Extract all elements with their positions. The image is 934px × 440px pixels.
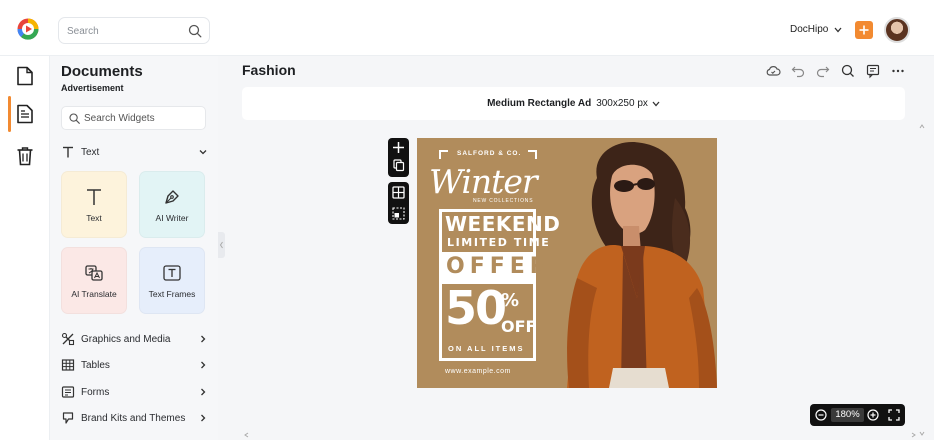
widget-panel: Documents Advertisement Text Text AI [50, 56, 218, 440]
ad-brand-name[interactable]: SALFORD & CO. [457, 150, 521, 157]
panel-subtitle: Advertisement [61, 83, 124, 93]
ad-on-all-items[interactable]: ON ALL ITEMS [448, 344, 525, 353]
chevron-down-icon [834, 27, 842, 32]
chevron-right-icon [201, 335, 206, 343]
card-label: AI Writer [155, 212, 189, 223]
model-photo[interactable] [557, 138, 717, 388]
ad-off-text[interactable]: OFF [501, 317, 536, 336]
section-label: Brand Kits and Themes [81, 412, 186, 424]
account-menu[interactable]: DocHipo [790, 24, 842, 35]
panel-title: Documents [61, 63, 143, 80]
section-label: Forms [81, 386, 110, 398]
chevron-down-icon [652, 101, 660, 106]
document-icon [17, 66, 33, 86]
widget-card-text[interactable]: Text [61, 171, 127, 238]
card-label: AI Translate [71, 288, 117, 299]
vertical-scrollbar[interactable] [917, 120, 927, 440]
section-brand-kits[interactable]: Brand Kits and Themes [61, 409, 207, 427]
trash-icon [17, 147, 33, 166]
text-icon [63, 146, 73, 158]
chevron-right-icon [201, 388, 206, 396]
top-bar: DocHipo [0, 0, 934, 56]
zoom-in-icon[interactable] [867, 409, 879, 421]
duplicate-page-icon[interactable] [388, 157, 409, 175]
chevron-right-icon [201, 414, 206, 422]
document-title[interactable]: Fashion [242, 62, 296, 78]
ad-discount-value[interactable]: 50 [445, 281, 507, 335]
chevron-down-icon [199, 150, 207, 155]
widget-card-ai-writer[interactable]: AI Writer [139, 171, 205, 238]
section-text-label: Text [81, 146, 100, 158]
search-icon [69, 113, 80, 124]
ad-weekend-text[interactable]: WEEKEND [445, 212, 560, 236]
ad-frame-corner-left [439, 150, 448, 159]
comment-icon[interactable] [865, 63, 881, 79]
graphics-icon [61, 332, 75, 346]
section-graphics-media[interactable]: Graphics and Media [61, 330, 207, 348]
panel-collapse-handle[interactable] [218, 232, 225, 258]
chevron-left-icon [219, 241, 223, 249]
ad-frame-corner-right [528, 150, 537, 159]
dochipo-logo-icon[interactable] [17, 18, 39, 40]
editor-toolbar [765, 63, 906, 79]
grid-layout-icon[interactable] [388, 182, 409, 203]
widget-search[interactable] [61, 106, 206, 130]
left-nav-rail [0, 56, 50, 440]
zoom-level[interactable]: 180% [831, 408, 864, 422]
size-name: Medium Rectangle Ad [487, 98, 592, 109]
fullscreen-icon[interactable] [888, 409, 900, 421]
ad-subline[interactable]: NEW COLLECTIONS [473, 198, 533, 204]
ad-limited-text[interactable]: LIMITED TIME [447, 236, 550, 249]
global-search[interactable] [58, 17, 210, 44]
user-avatar[interactable] [884, 17, 910, 43]
ad-headline[interactable]: Winter [429, 162, 538, 201]
create-new-button[interactable] [855, 21, 873, 39]
text-frame-icon [163, 264, 181, 281]
ad-percent-sign[interactable]: % [501, 290, 519, 311]
search-icon[interactable] [188, 24, 202, 38]
section-text[interactable]: Text [61, 143, 207, 161]
rail-item-widgets[interactable] [0, 94, 50, 134]
horizontal-scrollbar[interactable] [240, 430, 920, 440]
document-lines-icon [17, 104, 33, 124]
undo-icon[interactable] [790, 63, 806, 79]
section-label: Graphics and Media [81, 333, 171, 345]
card-label: Text [86, 212, 102, 223]
section-label: Tables [81, 359, 110, 371]
section-forms[interactable]: Forms [61, 383, 207, 401]
chevron-right-icon [201, 361, 206, 369]
search-input[interactable] [67, 23, 185, 40]
zoom-control: 180% [810, 404, 905, 426]
size-dimensions: 300x250 px [596, 98, 648, 109]
widget-card-text-frames[interactable]: Text Frames [139, 247, 205, 314]
plus-icon [859, 25, 869, 35]
cloud-save-icon[interactable] [765, 63, 781, 79]
pen-nib-icon [165, 189, 179, 204]
add-page-icon[interactable] [388, 138, 409, 157]
ad-website-url[interactable]: www.example.com [445, 368, 511, 375]
translate-icon [85, 264, 103, 281]
account-label: DocHipo [790, 24, 829, 35]
more-options-icon[interactable] [890, 63, 906, 79]
widget-search-input[interactable] [84, 111, 202, 126]
page-actions-toolbar [388, 138, 409, 177]
table-icon [61, 359, 75, 371]
ad-offer-text[interactable]: OFFER [446, 254, 552, 279]
canvas-size-selector[interactable]: Medium Rectangle Ad 300x250 px [242, 87, 905, 120]
text-icon [87, 188, 101, 205]
rail-item-trash[interactable] [0, 136, 50, 176]
select-area-icon[interactable] [388, 203, 409, 224]
section-tables[interactable]: Tables [61, 356, 207, 374]
zoom-out-icon[interactable] [815, 409, 827, 421]
rail-item-documents[interactable] [0, 56, 50, 96]
layout-actions-toolbar [388, 182, 409, 224]
form-icon [61, 386, 75, 398]
redo-icon[interactable] [815, 63, 831, 79]
widget-card-ai-translate[interactable]: AI Translate [61, 247, 127, 314]
card-label: Text Frames [148, 288, 196, 299]
brand-kit-icon [62, 412, 74, 424]
zoom-search-icon[interactable] [840, 63, 856, 79]
ad-canvas[interactable]: SALFORD & CO. Winter NEW COLLECTIONS WEE… [417, 138, 717, 388]
